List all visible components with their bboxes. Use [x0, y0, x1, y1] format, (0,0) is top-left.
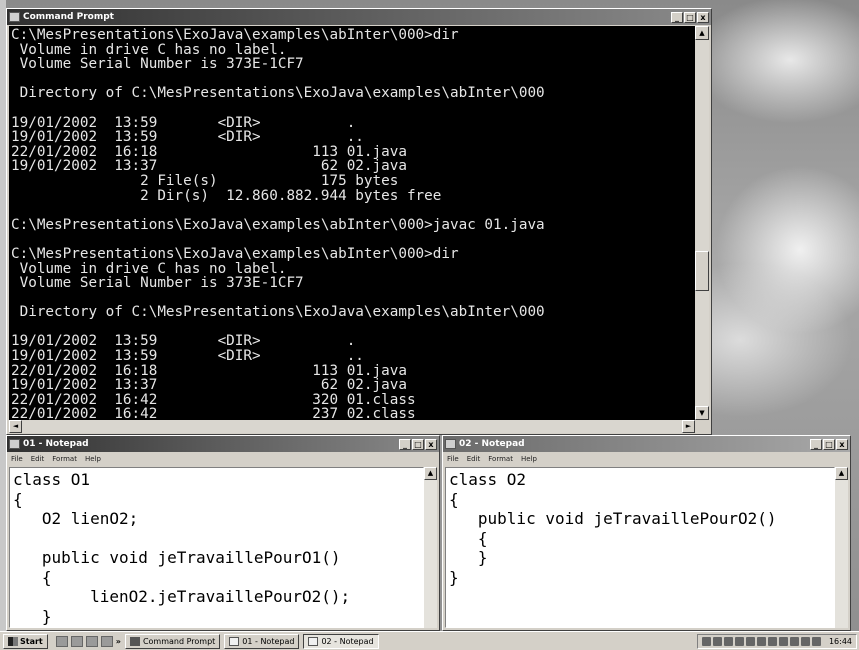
notepad-02-scrollbar[interactable]: ▲	[835, 467, 848, 628]
media-player-icon[interactable]	[85, 635, 98, 647]
tray-volume-icon[interactable]	[756, 636, 766, 646]
start-label: Start	[20, 636, 43, 646]
taskbar: Start » Command Prompt 01 - Notepad 02 -…	[0, 631, 859, 650]
explorer-icon[interactable]	[70, 635, 83, 647]
command-prompt-titlebar[interactable]: Command Prompt _ □ x	[7, 9, 711, 25]
console-icon	[129, 636, 140, 646]
tray-app-icon[interactable]	[789, 636, 799, 646]
tray-network-icon[interactable]	[701, 636, 711, 646]
tray-app-icon[interactable]	[811, 636, 821, 646]
tray-app-icon[interactable]	[800, 636, 810, 646]
close-button[interactable]: x	[836, 438, 848, 450]
notepad-01-title: 01 - Notepad	[23, 439, 89, 449]
close-button[interactable]: x	[425, 438, 437, 450]
start-button[interactable]: Start	[3, 633, 48, 649]
menu-edit[interactable]: Edit	[31, 455, 45, 463]
minimize-button[interactable]: _	[671, 11, 683, 23]
console-vertical-scrollbar[interactable]: ▲ ▼	[695, 26, 709, 420]
scroll-down-arrow-icon[interactable]: ▼	[695, 406, 709, 420]
console-text: C:\MesPresentations\ExoJava\examples\abI…	[11, 27, 545, 420]
notepad-icon	[229, 636, 240, 646]
menu-edit[interactable]: Edit	[467, 455, 481, 463]
command-prompt-window[interactable]: Command Prompt _ □ x C:\MesPresentations…	[6, 8, 712, 435]
show-desktop-icon[interactable]	[55, 635, 68, 647]
minimize-button[interactable]: _	[399, 438, 411, 450]
close-button[interactable]: x	[697, 11, 709, 23]
notepad-02-title: 02 - Notepad	[459, 439, 525, 449]
console-horizontal-scrollbar[interactable]: ◄ ►	[9, 420, 695, 433]
menu-help[interactable]: Help	[521, 455, 537, 463]
menu-format[interactable]: Format	[52, 455, 77, 463]
maximize-button[interactable]: □	[684, 11, 696, 23]
command-prompt-title: Command Prompt	[23, 12, 114, 22]
notepad-02-menubar: File Edit Format Help	[443, 452, 850, 465]
taskbar-button-command-prompt[interactable]: Command Prompt	[124, 633, 221, 649]
scroll-up-arrow-icon[interactable]: ▲	[424, 467, 437, 480]
taskbar-clock[interactable]: 16:44	[829, 637, 852, 646]
taskbar-button-label: 02 - Notepad	[321, 636, 374, 646]
notepad-02-window[interactable]: 02 - Notepad _ □ x File Edit Format Help…	[442, 435, 851, 631]
notepad-01-menubar: File Edit Format Help	[7, 452, 439, 465]
quick-launch-more[interactable]: »	[116, 637, 121, 646]
system-tray: 16:44	[696, 633, 857, 649]
notepad-icon	[308, 636, 319, 646]
tray-app-icon[interactable]	[723, 636, 733, 646]
console-output-area[interactable]: C:\MesPresentations\ExoJava\examples\abI…	[9, 26, 695, 420]
notepad-01-titlebar[interactable]: 01 - Notepad _ □ x	[7, 436, 439, 452]
notepad-01-content[interactable]: class O1 { O2 lienO2; public void jeTrav…	[10, 468, 423, 627]
scroll-thumb[interactable]	[695, 251, 709, 291]
tray-app-icon[interactable]	[712, 636, 722, 646]
tray-app-icon[interactable]	[734, 636, 744, 646]
maximize-button[interactable]: □	[823, 438, 835, 450]
menu-format[interactable]: Format	[488, 455, 513, 463]
notepad-icon	[9, 439, 20, 449]
maximize-button[interactable]: □	[412, 438, 424, 450]
browser-icon[interactable]	[100, 635, 113, 647]
tray-language-icon[interactable]	[778, 636, 788, 646]
scroll-left-arrow-icon[interactable]: ◄	[9, 420, 22, 433]
quick-launch-bar: »	[55, 635, 121, 647]
taskbar-button-notepad-01[interactable]: 01 - Notepad	[224, 633, 300, 649]
notepad-01-scrollbar[interactable]: ▲	[424, 467, 437, 628]
menu-file[interactable]: File	[447, 455, 459, 463]
notepad-01-window[interactable]: 01 - Notepad _ □ x File Edit Format Help…	[6, 435, 440, 631]
notepad-01-editor[interactable]: class O1 { O2 lienO2; public void jeTrav…	[9, 467, 424, 628]
notepad-icon	[445, 439, 456, 449]
minimize-button[interactable]: _	[810, 438, 822, 450]
menu-help[interactable]: Help	[85, 455, 101, 463]
notepad-02-titlebar[interactable]: 02 - Notepad _ □ x	[443, 436, 850, 452]
menu-file[interactable]: File	[11, 455, 23, 463]
scroll-right-arrow-icon[interactable]: ►	[682, 420, 695, 433]
taskbar-button-label: Command Prompt	[142, 636, 216, 646]
notepad-02-editor[interactable]: class O2 { public void jeTravaillePourO2…	[445, 467, 835, 628]
console-icon	[9, 12, 20, 22]
taskbar-button-notepad-02[interactable]: 02 - Notepad	[303, 633, 379, 649]
tray-app-icon[interactable]	[745, 636, 755, 646]
windows-logo-icon	[8, 636, 18, 646]
scroll-up-arrow-icon[interactable]: ▲	[695, 26, 709, 40]
tray-app-icon[interactable]	[767, 636, 777, 646]
notepad-02-content[interactable]: class O2 { public void jeTravaillePourO2…	[446, 468, 834, 589]
taskbar-button-label: 01 - Notepad	[242, 636, 295, 646]
scroll-up-arrow-icon[interactable]: ▲	[835, 467, 848, 480]
